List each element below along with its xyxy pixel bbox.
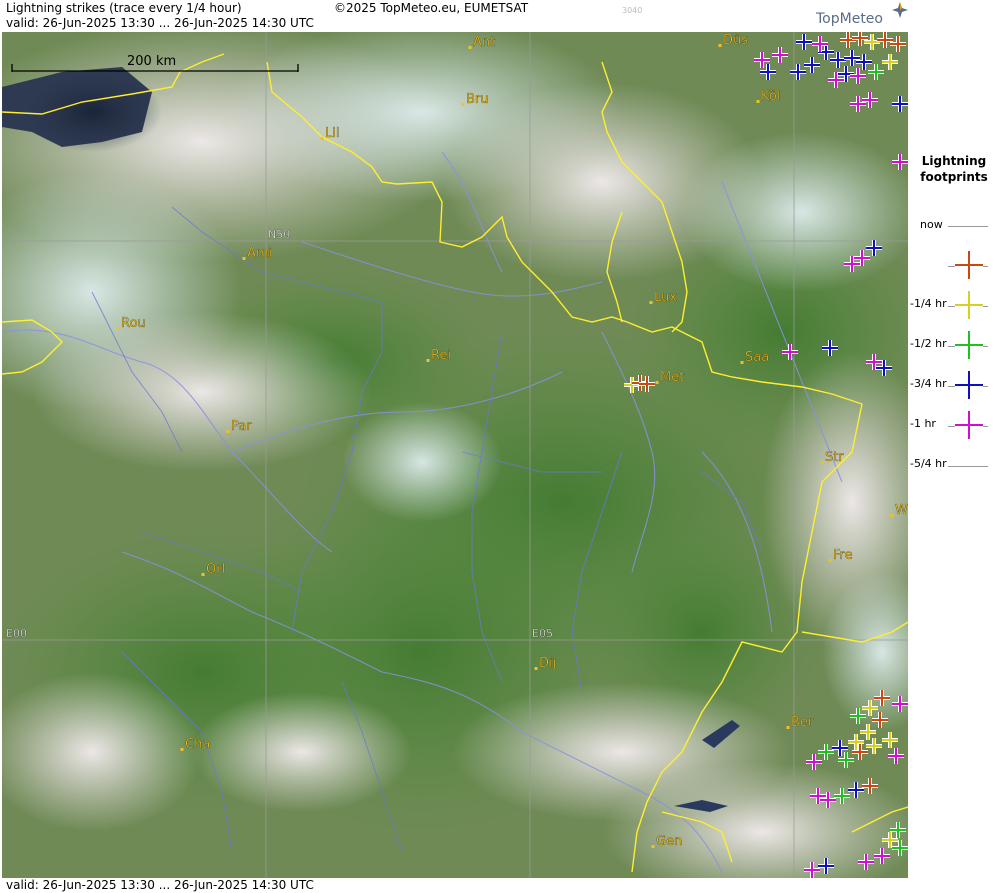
copyright-notice: ©2025 TopMeteo.eu, EUMETSAT xyxy=(334,1,529,15)
city-label: Lux xyxy=(654,290,677,305)
city-label: Rou xyxy=(121,316,146,331)
compass-star-icon xyxy=(892,2,908,18)
city-marker: Ami xyxy=(242,246,272,261)
map-header: Lightning strikes (trace every 1/4 hour)… xyxy=(0,0,908,32)
legend-title: Lightning footprints xyxy=(908,153,1000,185)
legend-label: now xyxy=(920,218,943,231)
city-marker: Gen xyxy=(651,834,682,849)
valid-time-bottom: valid: 26-Jun-2025 13:30 ... 26-Jun-2025… xyxy=(6,878,314,892)
lightning-strike xyxy=(955,251,983,279)
city-label: Cha xyxy=(185,737,210,752)
city-marker: Cha xyxy=(180,737,210,752)
legend-divider xyxy=(948,226,988,227)
city-label: Ami xyxy=(247,246,272,261)
city-label: Lil xyxy=(325,126,339,141)
city-label: Dij xyxy=(539,656,556,671)
lightning-strike xyxy=(955,331,983,359)
legend-divider xyxy=(948,466,988,467)
city-dot xyxy=(426,359,430,362)
city-label: Ber xyxy=(791,715,814,730)
legend-title-line1: Lightning xyxy=(921,154,987,168)
scale-label: 200 km xyxy=(127,54,176,69)
city-marker: Köl xyxy=(756,89,781,104)
grid-label-n50: N50 xyxy=(268,228,290,241)
city-label: Orl xyxy=(206,562,225,577)
city-marker: Rou xyxy=(116,316,146,331)
grid-label-e00: E00 xyxy=(6,627,27,640)
legend-cross-icon xyxy=(955,411,983,439)
city-dot xyxy=(890,514,894,517)
city-marker: Saa xyxy=(740,350,769,365)
city-dot xyxy=(226,430,230,433)
grid-label-e05: E05 xyxy=(532,627,553,640)
city-dot xyxy=(828,559,832,562)
city-dot xyxy=(320,137,324,140)
image-id: 3040 xyxy=(622,6,643,15)
legend-title-line2: footprints xyxy=(920,170,988,184)
legend-row-end xyxy=(908,458,1000,498)
city-marker: Rei xyxy=(426,348,451,363)
city-label: Düs xyxy=(723,33,748,48)
city-dot xyxy=(461,103,465,106)
city-label: Ant xyxy=(473,35,495,50)
city-marker: Lux xyxy=(649,290,677,305)
legend-cross-icon xyxy=(955,291,983,319)
lightning-strike xyxy=(955,291,983,319)
city-label: Bru xyxy=(466,92,489,107)
legend-panel: Lightning footprints now -1/4 hr -1/2 hr -3… xyxy=(908,0,1000,893)
city-marker: Fre xyxy=(828,548,853,563)
city-dot xyxy=(534,667,538,670)
city-dot xyxy=(655,381,659,384)
legend-cross-icon xyxy=(955,371,983,399)
map-canvas[interactable]: N50 E00 E05 200 km Ant DüsBru KölLilAmiL… xyxy=(2,32,908,878)
city-marker: Par xyxy=(226,419,252,434)
city-dot xyxy=(718,44,722,47)
city-dot xyxy=(649,301,653,304)
city-dot xyxy=(468,46,472,49)
lightning-strike xyxy=(955,411,983,439)
legend-cross-icon xyxy=(955,331,983,359)
city-label: Rei xyxy=(431,348,451,363)
city-dot xyxy=(740,361,744,364)
city-marker: Düs xyxy=(718,33,748,48)
legend-row: -5/4 hr xyxy=(908,411,1000,470)
city-label: Saa xyxy=(745,350,769,365)
city-label: Fre xyxy=(833,548,853,563)
city-dot xyxy=(242,257,246,260)
city-dot xyxy=(786,726,790,729)
city-label: Köl xyxy=(761,89,780,104)
valid-time-top: valid: 26-Jun-2025 13:30 ... 26-Jun-2025… xyxy=(6,16,314,30)
map-footer: valid: 26-Jun-2025 13:30 ... 26-Jun-2025… xyxy=(0,878,908,893)
city-marker: Bru xyxy=(461,92,489,107)
satellite-map[interactable]: N50 E00 E05 200 km Ant Düs Bru Köl Lil A… xyxy=(2,32,908,878)
map-title: Lightning strikes (trace every 1/4 hour) xyxy=(6,1,242,15)
city-marker: Ant xyxy=(468,35,495,50)
city-label: Par xyxy=(231,419,252,434)
lightning-strike xyxy=(955,371,983,399)
cloud-cover xyxy=(2,32,908,878)
city-label: Str xyxy=(825,450,844,465)
city-dot xyxy=(651,845,655,848)
city-marker: Str xyxy=(820,450,845,465)
city-label: W xyxy=(895,503,908,518)
city-marker: Orl xyxy=(201,562,225,577)
legend-cross-icon xyxy=(955,251,983,279)
city-dot xyxy=(756,100,760,103)
city-dot xyxy=(201,573,205,576)
city-dot xyxy=(820,461,824,464)
city-label: Met xyxy=(660,370,684,385)
city-dot xyxy=(116,327,120,330)
topmeteo-logo[interactable]: TopMeteo xyxy=(816,12,883,27)
city-marker: Met xyxy=(655,370,684,385)
city-dot xyxy=(180,748,184,751)
city-label: Gen xyxy=(656,834,682,849)
city-marker: Ber xyxy=(786,715,814,730)
